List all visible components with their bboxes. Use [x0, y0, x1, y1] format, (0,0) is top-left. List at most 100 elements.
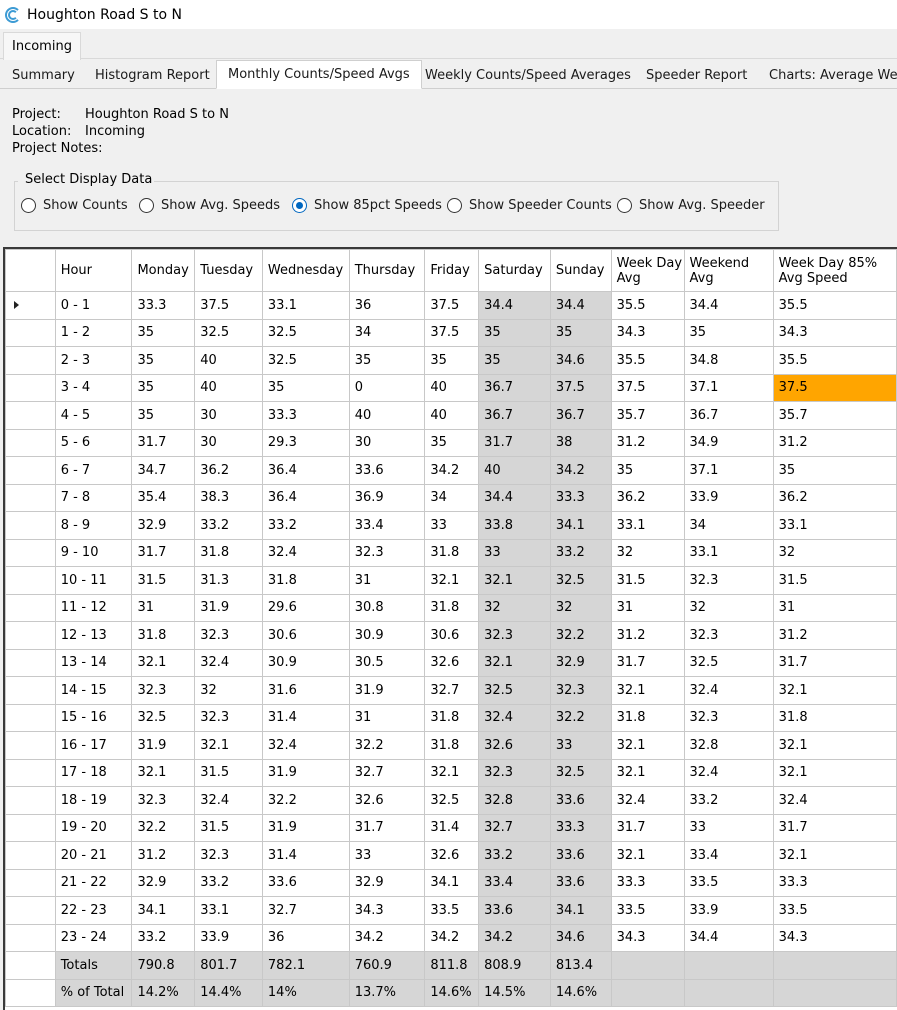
table-cell[interactable]: 32	[610, 538, 685, 567]
column-header[interactable]: Friday	[424, 249, 480, 292]
hour-cell[interactable]: 3 - 4	[54, 373, 133, 402]
table-cell[interactable]: 32.3	[194, 621, 263, 650]
table-cell[interactable]: 34.2	[478, 923, 551, 952]
table-cell[interactable]: 32	[194, 676, 263, 705]
hour-cell[interactable]: 15 - 16	[54, 703, 133, 732]
table-row[interactable]: 21 - 22 32.9 33.2 33.6 32.9 34.1 33.4 33.6 33.3 3…	[5, 868, 897, 897]
table-cell[interactable]: 813.4	[549, 951, 612, 980]
table-cell[interactable]: 31.2	[772, 428, 897, 457]
table-cell[interactable]: 811.8	[424, 951, 480, 980]
table-cell[interactable]: 35.5	[772, 291, 897, 320]
table-cell[interactable]: 32.3	[478, 758, 551, 787]
table-cell[interactable]: 32.6	[348, 786, 426, 815]
table-cell[interactable]: 33	[348, 841, 426, 870]
table-cell[interactable]: 14.6%	[549, 978, 612, 1007]
table-cell[interactable]: 33.5	[683, 868, 774, 897]
table-cell[interactable]: 32	[683, 593, 774, 622]
table-cell[interactable]: 31.2	[131, 841, 196, 870]
table-cell[interactable]: 35	[131, 346, 196, 375]
table-cell[interactable]: 30.6	[424, 621, 480, 650]
table-cell[interactable]: 33.1	[772, 511, 897, 540]
tab-summary[interactable]: Summary	[12, 63, 75, 88]
table-cell[interactable]	[683, 951, 774, 980]
table-cell[interactable]: 35.5	[610, 346, 685, 375]
row-selector[interactable]	[5, 621, 56, 650]
table-cell[interactable]: 32.2	[348, 731, 426, 760]
row-selector[interactable]	[5, 868, 56, 897]
hour-cell[interactable]: 7 - 8	[54, 483, 133, 512]
table-cell[interactable]: 36.4	[261, 456, 350, 485]
table-row[interactable]: 6 - 7 34.7 36.2 36.4 33.6 34.2 40 34.2 35 37.1 35	[5, 456, 897, 485]
radio-show-speeder-counts[interactable]: Show Speeder Counts	[447, 198, 612, 213]
table-cell[interactable]: 31.7	[772, 813, 897, 842]
table-cell[interactable]: 31.9	[348, 676, 426, 705]
table-cell[interactable]: 34.4	[683, 291, 774, 320]
table-cell[interactable]: 35	[424, 428, 480, 457]
table-cell[interactable]: 32.1	[194, 731, 263, 760]
table-cell[interactable]: 34.3	[772, 318, 897, 347]
table-cell[interactable]: 33.6	[478, 896, 551, 925]
row-selector[interactable]	[5, 786, 56, 815]
column-header[interactable]: Sunday	[549, 249, 612, 292]
table-cell[interactable]: 32.3	[683, 566, 774, 595]
table-cell[interactable]: 31	[131, 593, 196, 622]
table-cell[interactable]: 31.9	[261, 758, 350, 787]
table-cell[interactable]	[610, 978, 685, 1007]
table-cell[interactable]: 31.8	[261, 566, 350, 595]
table-cell[interactable]: 782.1	[261, 951, 350, 980]
table-row[interactable]: 11 - 12 31 31.9 29.6 30.8 31.8 32 32 31 32 31	[5, 593, 897, 622]
table-cell[interactable]: 33.9	[683, 896, 774, 925]
table-cell[interactable]: 808.9	[478, 951, 551, 980]
table-cell[interactable]: 31.7	[610, 648, 685, 677]
column-header[interactable]: Weekend Avg	[683, 249, 774, 292]
table-row[interactable]: 22 - 23 34.1 33.1 32.7 34.3 33.5 33.6 34.1 33.5 3…	[5, 896, 897, 925]
table-cell[interactable]: 32.6	[478, 731, 551, 760]
hour-cell[interactable]: 17 - 18	[54, 758, 133, 787]
table-cell[interactable]: 32.3	[549, 676, 612, 705]
table-cell[interactable]: 37.5	[610, 373, 685, 402]
table-cell[interactable]: 33.4	[478, 868, 551, 897]
hour-cell[interactable]: 10 - 11	[54, 566, 133, 595]
row-selector[interactable]	[5, 346, 56, 375]
table-cell[interactable]: 34	[424, 483, 480, 512]
table-cell[interactable]: 33.9	[194, 923, 263, 952]
table-cell[interactable]: 32.1	[478, 648, 551, 677]
table-cell[interactable]: 38.3	[194, 483, 263, 512]
table-cell[interactable]: 33.4	[348, 511, 426, 540]
table-cell[interactable]: 31.7	[131, 538, 196, 567]
table-cell[interactable]: 40	[348, 401, 426, 430]
table-cell[interactable]: 31.8	[424, 538, 480, 567]
table-cell[interactable]: 32.7	[424, 676, 480, 705]
radio-button-icon[interactable]	[447, 198, 462, 213]
table-cell[interactable]: 32.5	[478, 676, 551, 705]
table-cell[interactable]: 34.4	[683, 923, 774, 952]
row-selector[interactable]	[5, 951, 56, 980]
table-cell[interactable]: 32.4	[478, 703, 551, 732]
table-cell[interactable]: 31.5	[610, 566, 685, 595]
table-cell[interactable]: 32.5	[549, 566, 612, 595]
table-cell[interactable]: 33.1	[610, 511, 685, 540]
table-cell[interactable]: 32.1	[478, 566, 551, 595]
table-cell[interactable]: 40	[424, 373, 480, 402]
table-cell[interactable]: 33.2	[549, 538, 612, 567]
row-selector[interactable]	[5, 373, 56, 402]
table-cell[interactable]: 31.9	[261, 813, 350, 842]
table-cell[interactable]: 33.3	[261, 401, 350, 430]
table-cell[interactable]: 32	[549, 593, 612, 622]
table-cell[interactable]: 31.8	[131, 621, 196, 650]
row-selector[interactable]	[5, 896, 56, 925]
tab-speeder-report[interactable]: Speeder Report	[646, 63, 747, 88]
table-cell[interactable]: 32.3	[348, 538, 426, 567]
row-selector[interactable]	[5, 978, 56, 1007]
table-cell[interactable]: 31	[348, 703, 426, 732]
table-cell[interactable]: 33.6	[549, 841, 612, 870]
table-cell[interactable]: 32.2	[549, 703, 612, 732]
table-cell[interactable]: 33.2	[478, 841, 551, 870]
table-cell[interactable]: 36	[261, 923, 350, 952]
hour-cell[interactable]: 22 - 23	[54, 896, 133, 925]
table-cell[interactable]: 32.9	[348, 868, 426, 897]
table-cell[interactable]: 30	[194, 428, 263, 457]
row-selector[interactable]	[5, 566, 56, 595]
table-cell[interactable]: 38	[549, 428, 612, 457]
table-cell[interactable]: 31.8	[424, 703, 480, 732]
